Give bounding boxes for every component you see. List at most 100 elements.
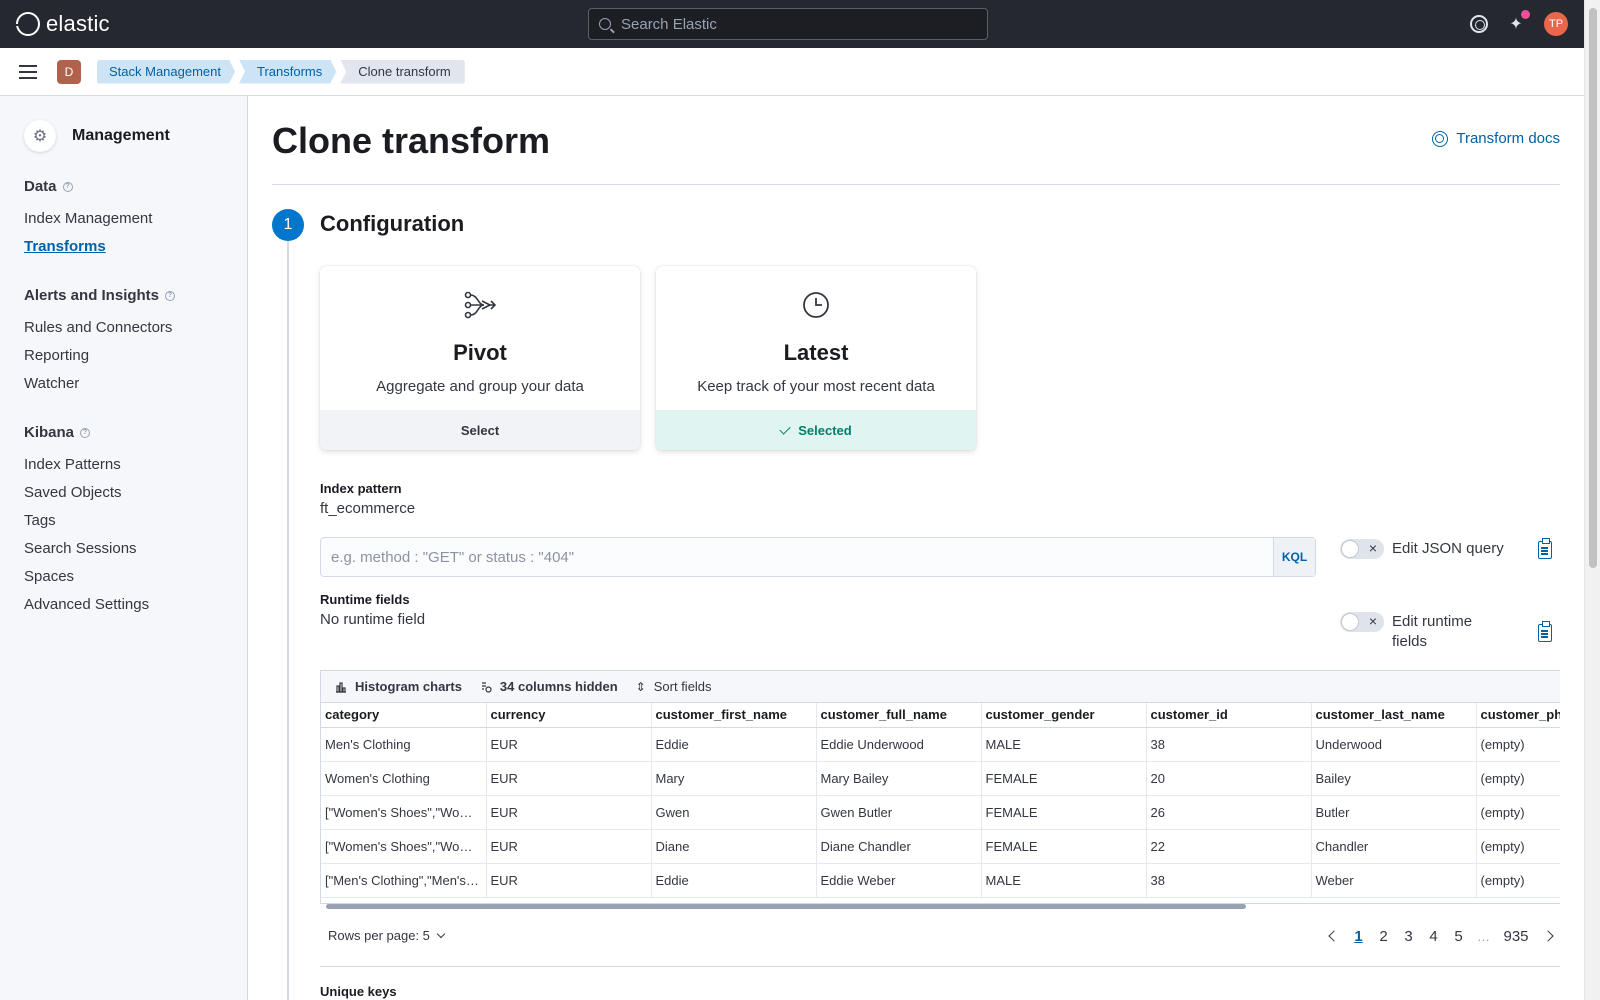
user-avatar[interactable]: TP (1544, 12, 1568, 36)
column-header[interactable]: customer_phone (1476, 703, 1560, 728)
sidebar-item-index-patterns[interactable]: Index Patterns (24, 451, 247, 479)
info-icon[interactable]: ? (80, 427, 91, 438)
sidebar-item-advanced-settings[interactable]: Advanced Settings (24, 591, 247, 619)
help-icon[interactable] (1470, 15, 1488, 33)
elastic-logo[interactable]: elastic (16, 11, 110, 37)
column-header[interactable]: currency (486, 703, 652, 728)
search-input[interactable] (621, 15, 961, 33)
query-input[interactable] (321, 548, 1273, 566)
table-cell[interactable]: Chandler (1311, 829, 1477, 864)
table-cell[interactable]: Mary (651, 761, 817, 796)
sidebar-item-search-sessions[interactable]: Search Sessions (24, 535, 247, 563)
edit-json-query-switch[interactable]: × (1340, 539, 1384, 559)
table-cell[interactable]: 22 (1146, 829, 1312, 864)
latest-card[interactable]: Latest Keep track of your most recent da… (656, 266, 976, 450)
clipboard-icon[interactable] (1538, 538, 1552, 559)
table-cell[interactable]: (empty) (1476, 761, 1560, 796)
query-bar[interactable]: KQL (320, 537, 1316, 577)
table-cell[interactable]: FEMALE (981, 829, 1147, 864)
table-cell[interactable]: EUR (486, 829, 652, 864)
global-search[interactable] (588, 8, 988, 40)
previous-page-button[interactable] (1322, 924, 1346, 948)
column-header[interactable]: customer_gender (981, 703, 1147, 728)
table-cell[interactable]: 26 (1146, 795, 1312, 830)
column-header[interactable]: customer_last_name (1311, 703, 1477, 728)
transform-docs-link[interactable]: Transform docs (1432, 130, 1560, 147)
page-scrollbar[interactable] (1584, 0, 1600, 1000)
edit-runtime-fields-switch[interactable]: × (1340, 612, 1384, 632)
table-cell[interactable]: (empty) (1476, 795, 1560, 830)
info-icon[interactable]: ? (165, 290, 176, 301)
column-header[interactable]: category (321, 703, 487, 728)
table-cell[interactable]: MALE (981, 863, 1147, 898)
table-cell[interactable]: Eddie (651, 863, 817, 898)
table-cell[interactable]: Underwood (1311, 727, 1477, 762)
table-cell[interactable]: Eddie (651, 727, 817, 762)
sidebar-item-rules-connectors[interactable]: Rules and Connectors (24, 314, 247, 342)
table-cell[interactable]: 38 (1146, 727, 1312, 762)
kql-language-button[interactable]: KQL (1273, 538, 1315, 576)
clipboard-icon[interactable] (1538, 621, 1552, 642)
page-button-2[interactable]: 2 (1371, 924, 1396, 948)
table-cell[interactable]: Eddie Weber (816, 863, 982, 898)
table-cell[interactable]: MALE (981, 727, 1147, 762)
column-header[interactable]: customer_full_name (816, 703, 982, 728)
newsfeed-icon[interactable]: ✦ (1506, 10, 1530, 34)
table-cell[interactable]: 38 (1146, 863, 1312, 898)
table-cell[interactable]: Gwen (651, 795, 817, 830)
sidebar-item-tags[interactable]: Tags (24, 507, 247, 535)
select-button[interactable]: Select (320, 410, 640, 450)
table-cell[interactable]: Bailey (1311, 761, 1477, 796)
sidebar-item-saved-objects[interactable]: Saved Objects (24, 479, 247, 507)
sidebar-item-reporting[interactable]: Reporting (24, 342, 247, 370)
table-cell[interactable]: Gwen Butler (816, 795, 982, 830)
table-cell[interactable]: 20 (1146, 761, 1312, 796)
space-avatar[interactable]: D (57, 59, 81, 84)
table-cell[interactable]: (empty) (1476, 829, 1560, 864)
table-cell[interactable]: Eddie Underwood (816, 727, 982, 762)
sidebar-item-spaces[interactable]: Spaces (24, 563, 247, 591)
table-cell[interactable]: ["Women's Shoes","Women's Clothing"] (321, 795, 487, 830)
sidebar-item-watcher[interactable]: Watcher (24, 370, 247, 398)
columns-hidden-button[interactable]: 34 columns hidden (480, 679, 618, 694)
breadcrumb-stack-management[interactable]: Stack Management (97, 60, 235, 84)
table-cell[interactable]: ["Men's Clothing","Men's Shoes"] (321, 863, 487, 898)
column-header[interactable]: customer_id (1146, 703, 1312, 728)
table-cell[interactable]: Butler (1311, 795, 1477, 830)
table-cell[interactable]: EUR (486, 761, 652, 796)
table-cell[interactable]: FEMALE (981, 761, 1147, 796)
table-cell[interactable]: Diane Chandler (816, 829, 982, 864)
page-button-4[interactable]: 4 (1421, 924, 1446, 948)
table-cell[interactable]: EUR (486, 863, 652, 898)
table-cell[interactable]: Diane (651, 829, 817, 864)
table-cell[interactable]: ["Women's Shoes","Women's Clothing"] (321, 829, 487, 864)
table-cell[interactable]: EUR (486, 727, 652, 762)
chevron-right-icon (1542, 930, 1554, 942)
table-cell[interactable]: (empty) (1476, 863, 1560, 898)
scrollbar-thumb[interactable] (1589, 8, 1597, 568)
table-cell[interactable]: EUR (486, 795, 652, 830)
hamburger-menu-icon[interactable] (19, 64, 37, 79)
table-cell[interactable]: Mary Bailey (816, 761, 982, 796)
column-header[interactable]: customer_first_name (651, 703, 817, 728)
table-cell[interactable]: FEMALE (981, 795, 1147, 830)
page-button-3[interactable]: 3 (1396, 924, 1421, 948)
rows-per-page-button[interactable]: Rows per page: 5 (328, 928, 446, 943)
table-cell[interactable]: (empty) (1476, 727, 1560, 762)
sidebar-item-transforms[interactable]: Transforms (24, 233, 247, 261)
histogram-charts-button[interactable]: Histogram charts (335, 679, 462, 694)
pivot-card[interactable]: Pivot Aggregate and group your data Sele… (320, 266, 640, 450)
breadcrumb-transforms[interactable]: Transforms (239, 60, 336, 84)
info-icon[interactable]: ? (62, 181, 73, 192)
sidebar-item-index-management[interactable]: Index Management (24, 205, 247, 233)
page-button-1[interactable]: 1 (1346, 924, 1371, 948)
table-cell[interactable]: Weber (1311, 863, 1477, 898)
sort-fields-button[interactable]: ⇕ Sort fields (636, 679, 712, 694)
horizontal-scrollbar[interactable] (326, 904, 1246, 909)
selected-button[interactable]: Selected (656, 410, 976, 450)
table-cell[interactable]: Women's Clothing (321, 761, 487, 796)
table-cell[interactable]: Men's Clothing (321, 727, 487, 762)
page-button-last[interactable]: 935 (1496, 924, 1536, 948)
page-button-5[interactable]: 5 (1446, 924, 1471, 948)
next-page-button[interactable] (1536, 924, 1560, 948)
